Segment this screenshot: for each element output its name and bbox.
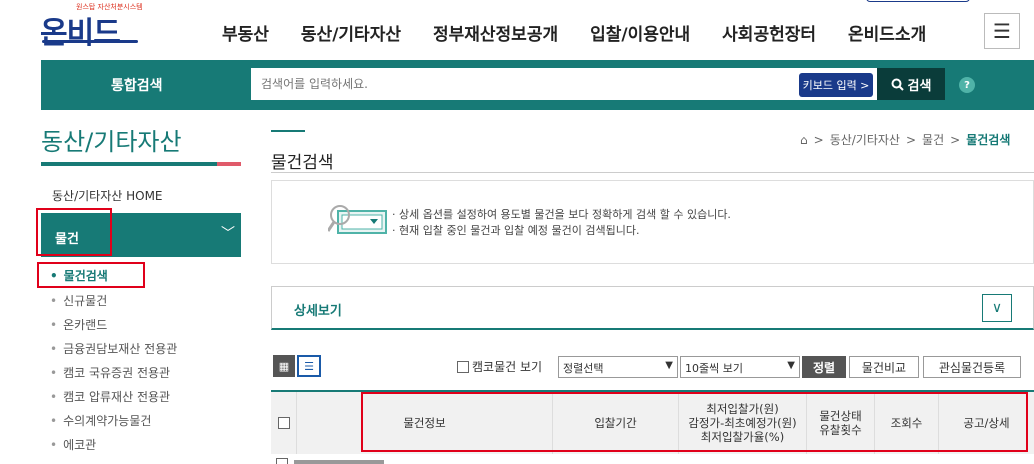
keyboard-input-button[interactable]: 키보드 입력 > [799, 73, 873, 97]
chevron-down-icon: ﹀ [221, 226, 235, 242]
magnifier-dropdown-icon [328, 205, 387, 234]
site-header: 원스탑 자산처분시스템 온비드 부동산 동산/기타자산 정부재산정보공개 입찰/… [0, 0, 1034, 60]
sidebar-item-new[interactable]: • 신규물건 [50, 292, 107, 309]
detail-view-panel[interactable]: 상세보기 ∨ [271, 286, 1034, 330]
bullet-icon: • [50, 342, 58, 356]
compare-button[interactable]: 물건비교 [849, 356, 919, 378]
item-thumbnail[interactable] [294, 460, 384, 464]
nav-item-realestate[interactable]: 부동산 [222, 20, 269, 45]
add-interest-button[interactable]: 관심물건등록 [923, 356, 1021, 378]
bullet-icon: • [50, 318, 58, 332]
sidebar-item-label: 수의계약가능물건 [63, 414, 152, 428]
title-divider [271, 172, 1034, 173]
bullet-icon: • [50, 438, 58, 452]
nav-item-movable[interactable]: 동산/기타자산 [301, 20, 401, 45]
onbid-logo[interactable]: 원스탑 자산처분시스템 온비드 [40, 2, 150, 51]
sidebar-item-label: 캠코 압류재산 전용관 [63, 390, 171, 404]
sort-button[interactable]: 정렬 [802, 356, 846, 378]
sidebar-item-oncarland[interactable]: • 온카랜드 [50, 316, 107, 333]
sidebar-item-eco[interactable]: • 에코관 [50, 436, 96, 453]
sidebar-item-camco-securities[interactable]: • 캠코 국유증권 전용관 [50, 364, 170, 381]
highlight-box-table-header [361, 392, 1028, 452]
sidebar-item-private-contract[interactable]: • 수의계약가능물건 [50, 412, 151, 429]
breadcrumb-separator: > [813, 132, 824, 147]
breadcrumb: ⌂ > 동산/기타자산 > 물건 > 물건검색 [800, 131, 1010, 148]
grid-view-icon[interactable]: ▦ [273, 355, 295, 377]
help-icon[interactable]: ? [959, 77, 975, 93]
row-checkbox[interactable] [276, 458, 288, 464]
sidebar-item-camco-seized[interactable]: • 캠코 압류재산 전용관 [50, 388, 170, 405]
page-title: 물건검색 [271, 153, 334, 173]
highlight-box-item-search [37, 262, 145, 288]
unified-search-bar: 통합검색 키보드 입력 > 검색 ? [41, 60, 1034, 110]
nav-item-about[interactable]: 온비드소개 [848, 20, 926, 45]
sidebar-item-label: 금융권담보재산 전용관 [63, 342, 178, 356]
camco-label: 캠코물건 보기 [472, 360, 543, 374]
sidebar-title-accent [217, 162, 241, 166]
sidebar-item-label: 신규물건 [63, 294, 108, 308]
breadcrumb-separator: > [950, 132, 961, 147]
search-button[interactable]: 검색 [877, 68, 945, 100]
page-size-value: 10줄씩 보기 [685, 362, 743, 375]
sidebar-home-link[interactable]: 동산/기타자산 HOME [52, 187, 163, 204]
breadcrumb-separator: > [905, 132, 917, 147]
sort-select-value: 정렬선택 [563, 362, 604, 375]
sidebar-item-label: 에코관 [63, 438, 97, 452]
info-text: · 상세 옵션를 설정하여 용도별 물건을 보다 정확하게 검색 할 수 있습니… [392, 207, 731, 239]
bullet-icon: • [50, 294, 58, 308]
camco-filter[interactable]: 캠코물건 보기 [457, 358, 542, 375]
info-line: · 상세 옵션를 설정하여 용도별 물건을 보다 정확하게 검색 할 수 있습니… [392, 208, 731, 221]
title-accent-line [271, 130, 305, 132]
nav-item-bid-guide[interactable]: 입찰/이용안내 [590, 20, 690, 45]
page-size-select[interactable]: 10줄씩 보기 ▼ [680, 356, 800, 378]
chevron-down-icon[interactable]: ∨ [982, 294, 1012, 322]
chevron-down-icon: ▼ [665, 360, 673, 371]
camco-checkbox[interactable] [457, 360, 469, 373]
search-label: 통합검색 [111, 78, 163, 94]
bullet-icon: • [50, 366, 58, 380]
bullet-icon: • [50, 414, 58, 428]
chevron-down-icon: ▼ [787, 360, 795, 371]
global-nav: 부동산 동산/기타자산 정부재산정보공개 입찰/이용안내 사회공헌장터 온비드소… [222, 20, 958, 45]
select-all-cell [271, 392, 297, 454]
breadcrumb-current: 물건검색 [966, 133, 1011, 147]
detail-view-label: 상세보기 [294, 304, 342, 319]
bullet-icon: • [50, 390, 58, 404]
search-icon [891, 78, 904, 91]
sidebar-title-underline [41, 162, 217, 166]
info-line: · 현재 입찰 중인 물건과 입찰 예정 물건이 검색됩니다. [392, 224, 640, 237]
sidebar-item-label: 캠코 국유증권 전용관 [63, 366, 171, 380]
hamburger-icon[interactable]: ☰ [984, 13, 1020, 49]
nav-item-gov-property[interactable]: 정부재산정보공개 [433, 20, 558, 45]
top-utility-pill[interactable] [866, 0, 970, 2]
highlight-box-section [36, 208, 112, 256]
sidebar-item-finance-collateral[interactable]: • 금융권담보재산 전용관 [50, 340, 177, 357]
search-info-box: · 상세 옵션를 설정하여 용도별 물건을 보다 정확하게 검색 할 수 있습니… [271, 180, 1034, 264]
breadcrumb-item[interactable]: 물건 [922, 131, 944, 148]
select-all-checkbox[interactable] [277, 417, 290, 429]
list-view-icon[interactable]: ☰ [297, 355, 321, 377]
logo-text: 온비드 [40, 16, 121, 51]
nav-item-social-market[interactable]: 사회공헌장터 [722, 20, 816, 45]
sidebar-item-label: 온카랜드 [63, 318, 108, 332]
search-input[interactable] [251, 68, 877, 100]
search-button-label: 검색 [907, 78, 932, 94]
sort-select[interactable]: 정렬선택 ▼ [558, 356, 678, 378]
logo-swoosh [42, 40, 138, 43]
sidebar-title: 동산/기타자산 [41, 128, 182, 156]
breadcrumb-item[interactable]: 동산/기타자산 [830, 131, 900, 148]
home-icon[interactable]: ⌂ [800, 133, 808, 147]
